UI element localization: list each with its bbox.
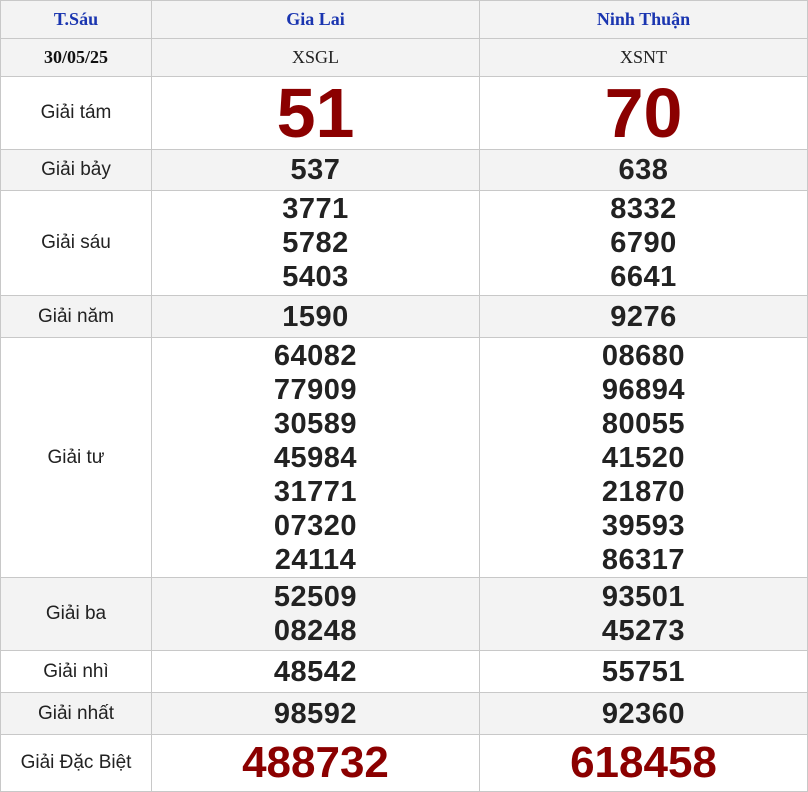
prize-number: 98592 — [273, 697, 358, 730]
prize-number: 96894 — [601, 373, 686, 406]
prize-number: 24114 — [274, 543, 357, 576]
prize-number: 41520 — [601, 441, 686, 474]
prize-cell: 55751 — [479, 650, 808, 693]
province-code-gia-lai: XSGL — [151, 38, 480, 77]
prize-number: 08680 — [601, 339, 686, 372]
prize-row-g8: Giải tám 51 70 — [0, 74, 808, 152]
prize-cell: 9276 — [479, 295, 808, 338]
prize-number: 21870 — [601, 475, 686, 508]
prize-cell: 8332 6790 6641 — [479, 190, 808, 296]
prize-number: 48542 — [273, 655, 358, 688]
prize-label: Giải sáu — [0, 190, 152, 296]
prize-cell: 93501 45273 — [479, 577, 808, 651]
prize-number: 638 — [618, 154, 669, 186]
prize-cell: 48542 — [151, 650, 480, 693]
prize-number: 93501 — [601, 581, 686, 613]
prize-number: 6641 — [610, 261, 677, 293]
province-link-gia-lai[interactable]: Gia Lai — [151, 0, 480, 39]
prize-number: 3771 — [282, 193, 349, 225]
prize-cell: 70 — [479, 74, 808, 152]
prize-number: 5782 — [282, 227, 349, 259]
prize-number: 39593 — [601, 509, 686, 542]
prize-number: 52509 — [273, 581, 358, 613]
prize-row-g3: Giải ba 52509 08248 93501 45273 — [0, 577, 808, 651]
prize-label: Giải nhì — [0, 650, 152, 693]
prize-number: 8332 — [610, 193, 677, 225]
prize-number: 86317 — [601, 543, 686, 576]
province-link-ninh-thuan[interactable]: Ninh Thuận — [479, 0, 808, 39]
prize-number: 77909 — [273, 373, 358, 406]
prize-cell: 618458 — [479, 734, 808, 792]
prize-row-g2: Giải nhì 48542 55751 — [0, 650, 808, 693]
prize-number: 70 — [604, 74, 683, 152]
prize-number: 1590 — [282, 300, 349, 333]
special-prize-number: 488732 — [242, 738, 389, 787]
prize-number: 80055 — [601, 407, 686, 440]
prize-cell: 08680 96894 80055 41520 21870 39593 8631… — [479, 337, 808, 578]
prize-row-g1: Giải nhất 98592 92360 — [0, 692, 808, 735]
header-row: T.Sáu Gia Lai Ninh Thuận — [0, 0, 808, 39]
prize-number: 30589 — [273, 407, 358, 440]
prize-number: 5403 — [282, 261, 349, 293]
prize-number: 64082 — [273, 339, 358, 372]
prize-cell: 3771 5782 5403 — [151, 190, 480, 296]
prize-number: 08248 — [273, 615, 358, 647]
prize-label: Giải năm — [0, 295, 152, 338]
prize-cell: 488732 — [151, 734, 480, 792]
prize-row-g7: Giải bảy 537 638 — [0, 149, 808, 191]
prize-number: 51 — [276, 74, 355, 152]
prize-label: Giải tám — [0, 76, 152, 150]
prize-row-g4: Giải tư 64082 77909 30589 45984 31771 07… — [0, 337, 808, 578]
prize-number: 31771 — [273, 475, 358, 508]
prize-label: Giải nhất — [0, 692, 152, 735]
prize-label: Giải Đặc Biệt — [0, 734, 152, 792]
day-label: T.Sáu — [0, 0, 152, 39]
prize-cell: 92360 — [479, 692, 808, 735]
prize-number: 45273 — [601, 615, 686, 647]
province-code-ninh-thuan: XSNT — [479, 38, 808, 77]
prize-cell: 98592 — [151, 692, 480, 735]
prize-number: 07320 — [273, 509, 358, 542]
prize-cell: 537 — [151, 149, 480, 191]
prize-cell: 64082 77909 30589 45984 31771 07320 2411… — [151, 337, 480, 578]
prize-number: 9276 — [610, 300, 677, 333]
prize-label: Giải ba — [0, 577, 152, 651]
prize-row-g6: Giải sáu 3771 5782 5403 8332 6790 6641 — [0, 190, 808, 296]
prize-cell: 638 — [479, 149, 808, 191]
prize-label: Giải tư — [0, 337, 152, 578]
prize-cell: 52509 08248 — [151, 577, 480, 651]
prize-cell: 1590 — [151, 295, 480, 338]
prize-number: 92360 — [601, 697, 686, 730]
draw-date: 30/05/25 — [0, 38, 152, 77]
prize-cell: 51 — [151, 74, 480, 152]
prize-label: Giải bảy — [0, 149, 152, 191]
code-row: 30/05/25 XSGL XSNT — [0, 38, 808, 77]
special-prize-number: 618458 — [570, 738, 717, 787]
prize-row-special: Giải Đặc Biệt 488732 618458 — [0, 734, 808, 792]
prize-row-g5: Giải năm 1590 9276 — [0, 295, 808, 338]
prize-number: 45984 — [273, 441, 358, 474]
prize-number: 55751 — [601, 655, 686, 688]
prize-number: 6790 — [610, 227, 677, 259]
prize-number: 537 — [290, 154, 341, 186]
lottery-results-table: T.Sáu Gia Lai Ninh Thuận 30/05/25 XSGL X… — [0, 0, 808, 792]
